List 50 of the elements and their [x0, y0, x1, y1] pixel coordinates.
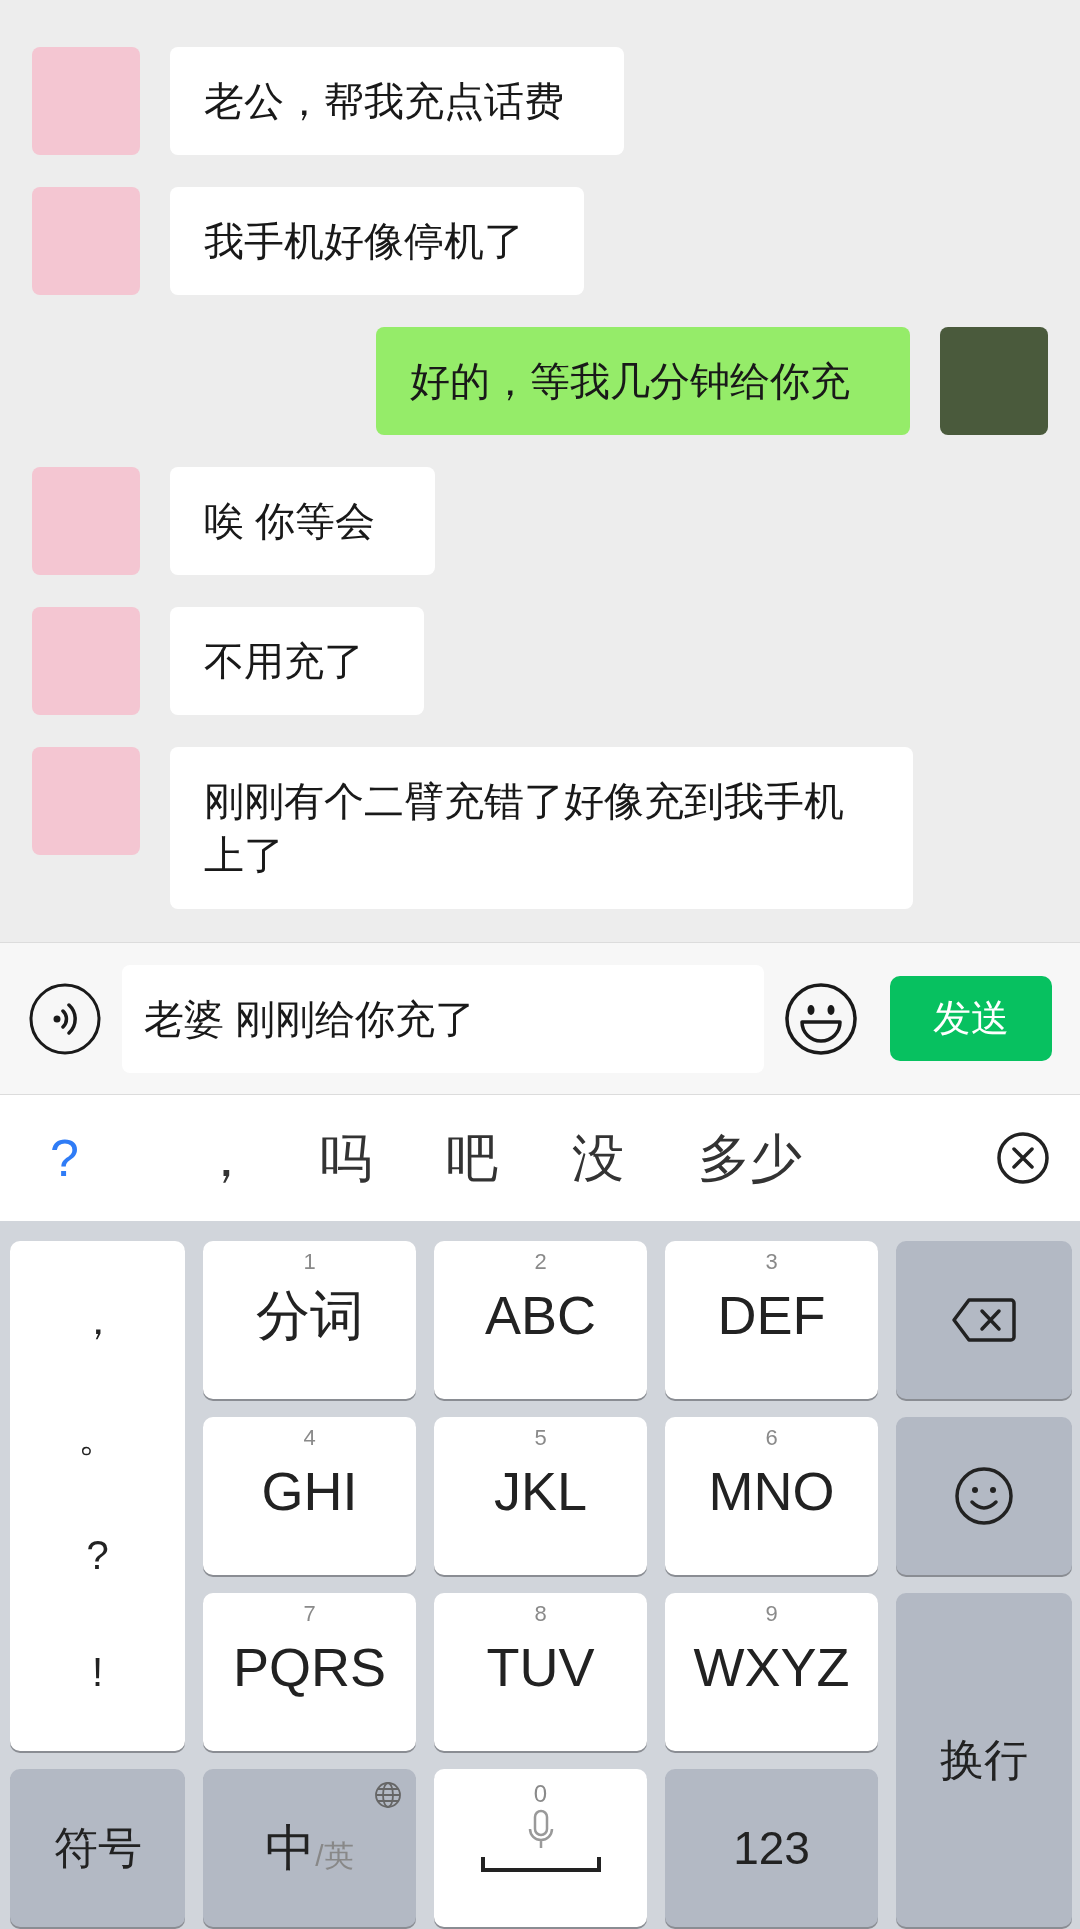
candidate-word[interactable]: 多少 — [698, 1119, 848, 1197]
globe-icon — [374, 1781, 402, 1809]
emoji-icon[interactable] — [784, 981, 858, 1056]
backspace-icon — [951, 1296, 1017, 1344]
keypad-key[interactable]: 3 DEF — [665, 1241, 878, 1399]
candidate-word[interactable]: ? — [50, 1119, 200, 1197]
voice-icon[interactable] — [28, 981, 102, 1056]
close-icon[interactable] — [996, 1131, 1050, 1185]
punctuation-key[interactable]: ! — [91, 1642, 104, 1703]
symbols-key[interactable]: 符号 — [10, 1769, 185, 1927]
incoming-message-bubble: 老公，帮我充点话费 — [170, 47, 624, 155]
keypad-key[interactable]: 9 WXYZ — [665, 1593, 878, 1751]
avatar-photo-placeholder[interactable] — [32, 467, 140, 575]
input-text: 老婆 刚刚给你充了 — [144, 995, 476, 1043]
keypad-key[interactable]: 4 GHI — [203, 1417, 416, 1575]
keypad-key[interactable]: 6 MNO — [665, 1417, 878, 1575]
emoji-key[interactable] — [896, 1417, 1072, 1575]
incoming-message-bubble: 刚刚有个二臂充错了好像充到我手机上了 — [170, 747, 913, 909]
incoming-message-bubble: 唉 你等会 — [170, 467, 436, 575]
keypad-key[interactable]: 1 分词 — [203, 1241, 416, 1399]
keypad-key[interactable]: 5 JKL — [434, 1417, 647, 1575]
space-digit: 0 — [533, 1779, 548, 1809]
candidate-word[interactable]: 吗 — [320, 1119, 446, 1197]
avatar-photo-placeholder[interactable] — [32, 607, 140, 715]
keypad-key[interactable]: 8 TUV — [434, 1593, 647, 1751]
microphone-icon — [527, 1809, 554, 1849]
backspace-key[interactable] — [896, 1241, 1072, 1399]
keypad-key[interactable]: 2 ABC — [434, 1241, 647, 1399]
message-input[interactable]: 老婆 刚刚给你充了 — [122, 964, 764, 1073]
numbers-key[interactable]: 123 — [665, 1769, 878, 1927]
candidate-word[interactable]: ， — [200, 1119, 320, 1197]
space-bar-icon — [480, 1855, 601, 1873]
keypad-key[interactable]: 7 PQRS — [203, 1593, 416, 1751]
avatar-photo-placeholder[interactable] — [32, 187, 140, 295]
punctuation-key[interactable]: ， — [77, 1289, 118, 1350]
language-text: /英 — [315, 1837, 354, 1874]
avatar-photo-placeholder[interactable] — [32, 747, 140, 855]
return-key[interactable]: 换行 — [896, 1593, 1072, 1927]
avatar-photo-placeholder[interactable] — [940, 327, 1048, 435]
punctuation-key[interactable]: ? — [86, 1524, 109, 1585]
avatar-photo-placeholder[interactable] — [32, 47, 140, 155]
incoming-message-bubble: 我手机好像停机了 — [170, 187, 584, 295]
candidate-word[interactable]: 没 — [572, 1119, 698, 1197]
language-key[interactable]: 中/英 — [203, 1769, 416, 1927]
language-text: 中 — [265, 1818, 316, 1878]
incoming-message-bubble: 不用充了 — [170, 607, 424, 715]
outgoing-message-bubble: 好的，等我几分钟给你充 — [376, 327, 910, 435]
candidate-word[interactable]: 吧 — [446, 1119, 572, 1197]
punctuation-key[interactable]: 。 — [77, 1407, 118, 1468]
smiley-icon — [954, 1466, 1014, 1526]
